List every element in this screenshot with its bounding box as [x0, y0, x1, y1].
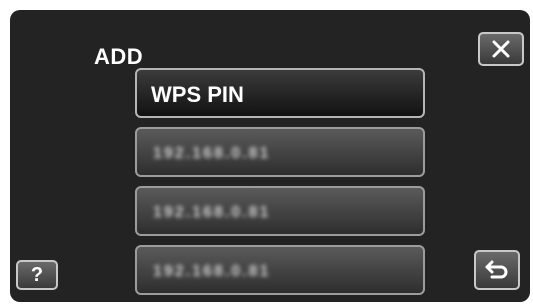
camera-screen: ADD WPS PIN 192.168.0.81 192.168.0.81 19…	[10, 10, 530, 302]
help-icon: ?	[30, 263, 44, 286]
return-icon	[485, 260, 508, 279]
wps-pin-button[interactable]: WPS PIN	[135, 68, 425, 118]
close-icon	[492, 40, 510, 58]
page-title: ADD	[94, 44, 144, 69]
ip-address-button-3[interactable]: 192.168.0.81	[135, 245, 425, 295]
ip-address-button-2[interactable]: 192.168.0.81	[135, 186, 425, 236]
help-button[interactable]: ?	[16, 260, 58, 290]
back-button[interactable]	[474, 250, 520, 290]
ip-address-button-1[interactable]: 192.168.0.81	[135, 127, 425, 177]
ip-address-label-2: 192.168.0.81	[153, 204, 271, 221]
ip-address-label-1: 192.168.0.81	[153, 145, 271, 162]
ip-address-label-3: 192.168.0.81	[153, 263, 271, 280]
close-button[interactable]	[478, 32, 524, 66]
wps-pin-label: WPS PIN	[151, 82, 244, 107]
